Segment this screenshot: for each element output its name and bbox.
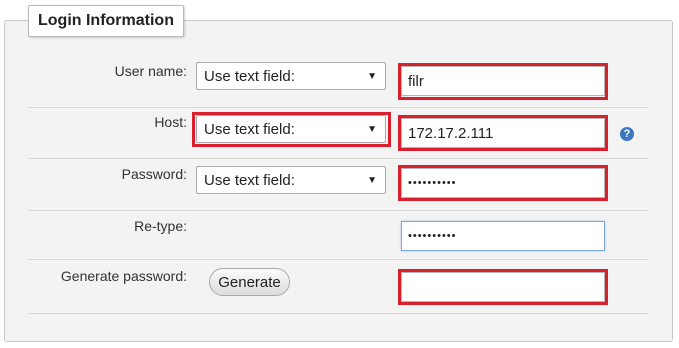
generate-password-label: Generate password:	[60, 268, 187, 284]
retype-password-input[interactable]: ••••••••••	[401, 221, 605, 251]
row-divider	[28, 107, 648, 108]
password-source-select[interactable]: Use text field: ▼	[196, 166, 386, 194]
username-input[interactable]: filr	[401, 66, 605, 96]
row-divider	[28, 313, 648, 314]
chevron-down-icon: ▼	[367, 124, 377, 135]
row-divider	[28, 158, 648, 159]
row-divider	[28, 259, 648, 260]
password-input[interactable]: ••••••••••	[401, 168, 605, 198]
password-source-value: Use text field:	[204, 171, 295, 189]
username-label: User name:	[114, 63, 187, 79]
chevron-down-icon: ▼	[367, 175, 377, 186]
question-circle-icon[interactable]: ?	[620, 127, 634, 141]
generated-password-output[interactable]	[401, 272, 605, 302]
generate-button[interactable]: Generate	[209, 268, 290, 296]
password-label: Password:	[121, 166, 187, 182]
chevron-down-icon: ▼	[367, 71, 377, 82]
row-divider	[28, 210, 648, 211]
host-input[interactable]: 172.17.2.111	[401, 118, 605, 148]
host-label: Host:	[154, 114, 187, 130]
retype-label: Re-type:	[134, 218, 187, 234]
username-source-value: Use text field:	[204, 67, 295, 85]
host-source-value: Use text field:	[204, 120, 295, 138]
host-source-select[interactable]: Use text field: ▼	[196, 115, 386, 143]
username-source-select[interactable]: Use text field: ▼	[196, 62, 386, 90]
section-title: Login Information	[28, 5, 184, 37]
